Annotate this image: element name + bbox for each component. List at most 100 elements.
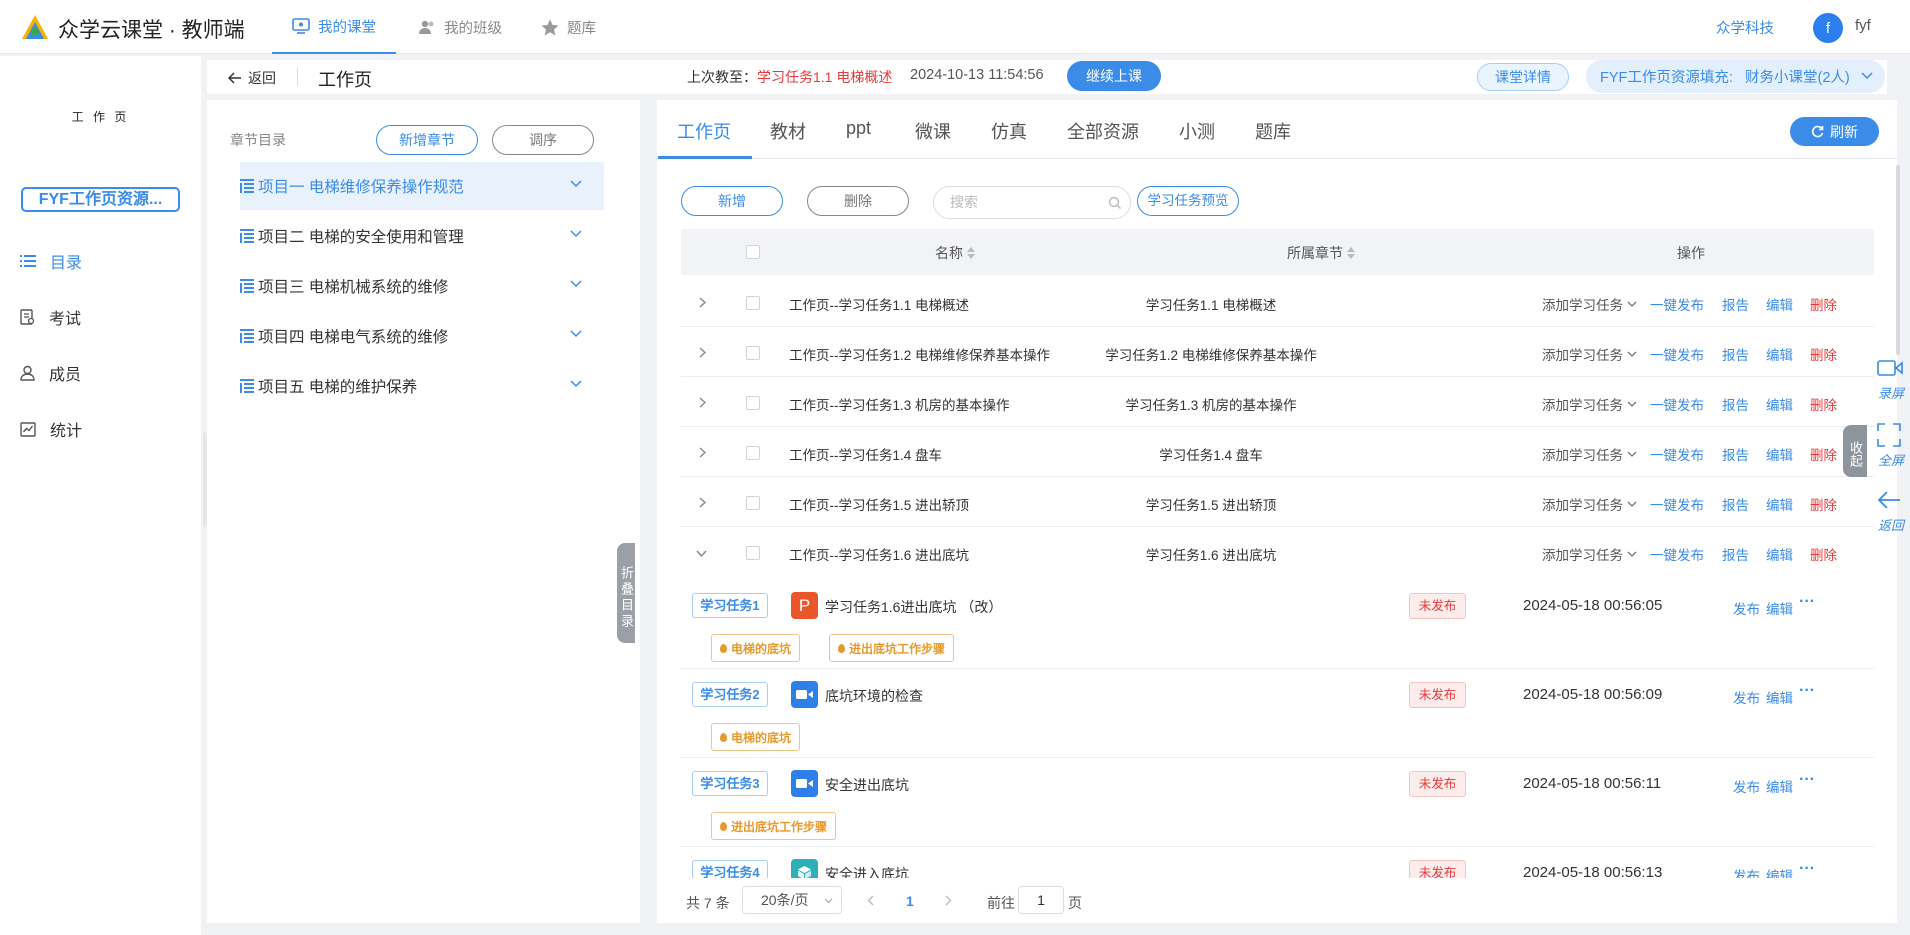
record-icon[interactable] bbox=[1877, 358, 1903, 378]
chevron-down-icon[interactable] bbox=[570, 330, 582, 338]
chevron-down-icon[interactable] bbox=[570, 180, 582, 188]
task-preview-button[interactable]: 学习任务预览 bbox=[1137, 186, 1239, 216]
more-icon[interactable]: ··· bbox=[1799, 682, 1815, 700]
edit-link[interactable]: 编辑 bbox=[1766, 494, 1793, 514]
chevron-right-icon[interactable] bbox=[699, 497, 706, 508]
chevron-right-icon[interactable] bbox=[699, 447, 706, 458]
column-chapter[interactable]: 所属章节 bbox=[1287, 243, 1355, 263]
reorder-button[interactable]: 调序 bbox=[492, 125, 594, 155]
more-icon[interactable]: ··· bbox=[1799, 860, 1815, 878]
chapter-item[interactable]: 项目二 电梯的安全使用和管理 bbox=[240, 212, 604, 260]
chevron-down-icon[interactable] bbox=[570, 280, 582, 288]
row-checkbox[interactable] bbox=[746, 446, 760, 460]
add-chapter-button[interactable]: 新增章节 bbox=[376, 125, 478, 155]
back-button[interactable]: 返回 bbox=[228, 68, 276, 88]
publish-all-link[interactable]: 一键发布 bbox=[1650, 444, 1704, 464]
knowledge-tag[interactable]: 电梯的底坑 bbox=[711, 723, 801, 751]
report-link[interactable]: 报告 bbox=[1722, 294, 1749, 314]
more-icon[interactable]: ··· bbox=[1799, 771, 1815, 789]
nav-question-bank[interactable]: 题库 bbox=[541, 0, 596, 54]
report-link[interactable]: 报告 bbox=[1722, 494, 1749, 514]
tab-all-resources[interactable]: 全部资源 bbox=[1067, 118, 1139, 144]
edit-link[interactable]: 编辑 bbox=[1766, 598, 1793, 618]
task-name[interactable]: 底坑环境的检查 bbox=[825, 686, 923, 706]
last-lesson-value[interactable]: 学习任务1.1 电梯概述 bbox=[757, 69, 892, 85]
sidebar-item-statistics[interactable]: 统计 bbox=[20, 414, 82, 444]
row-checkbox[interactable] bbox=[746, 546, 760, 560]
chevron-right-icon[interactable] bbox=[699, 347, 706, 358]
return-label[interactable]: 返回 bbox=[1876, 515, 1906, 534]
chevron-right-icon[interactable] bbox=[699, 397, 706, 408]
edit-link[interactable]: 编辑 bbox=[1766, 687, 1793, 707]
task-badge[interactable]: 学习任务4 bbox=[692, 860, 768, 878]
chevron-down-icon[interactable] bbox=[696, 550, 707, 557]
sidebar-item-catalog[interactable]: 目录 bbox=[20, 246, 82, 276]
class-detail-button[interactable]: 课堂详情 bbox=[1477, 63, 1569, 91]
chapter-item[interactable]: 项目五 电梯的维护保养 bbox=[240, 362, 604, 410]
edit-link[interactable]: 编辑 bbox=[1766, 294, 1793, 314]
select-all-checkbox[interactable] bbox=[746, 245, 760, 259]
report-link[interactable]: 报告 bbox=[1722, 544, 1749, 564]
tab-simulation[interactable]: 仿真 bbox=[991, 118, 1027, 144]
knowledge-tag[interactable]: 电梯的底坑 bbox=[711, 634, 801, 662]
publish-link[interactable]: 发布 bbox=[1733, 865, 1760, 878]
publish-all-link[interactable]: 一键发布 bbox=[1650, 494, 1704, 514]
chevron-down-icon[interactable] bbox=[570, 380, 582, 388]
report-link[interactable]: 报告 bbox=[1722, 394, 1749, 414]
knowledge-tag[interactable]: 进出底坑工作步骤 bbox=[829, 634, 955, 662]
chapter-item[interactable]: 项目一 电梯维修保养操作规范 bbox=[240, 162, 604, 210]
row-checkbox[interactable] bbox=[746, 396, 760, 410]
publish-all-link[interactable]: 一键发布 bbox=[1650, 344, 1704, 364]
publish-link[interactable]: 发布 bbox=[1733, 776, 1760, 796]
row-checkbox[interactable] bbox=[746, 296, 760, 310]
tab-ppt[interactable]: ppt bbox=[846, 118, 871, 139]
fold-catalog-tab[interactable]: 折叠目录 bbox=[617, 543, 635, 643]
edit-link[interactable]: 编辑 bbox=[1766, 776, 1793, 796]
publish-link[interactable]: 发布 bbox=[1733, 598, 1760, 618]
search-input[interactable]: 搜索 bbox=[933, 186, 1131, 219]
delete-link[interactable]: 删除 bbox=[1810, 444, 1837, 464]
chapter-item[interactable]: 项目三 电梯机械系统的维修 bbox=[240, 262, 604, 310]
publish-all-link[interactable]: 一键发布 bbox=[1650, 294, 1704, 314]
task-name[interactable]: 安全进出底坑 bbox=[825, 775, 909, 795]
delete-link[interactable]: 删除 bbox=[1810, 294, 1837, 314]
publish-all-link[interactable]: 一键发布 bbox=[1650, 544, 1704, 564]
page-size-select[interactable]: 20条/页 bbox=[742, 886, 842, 914]
task-badge[interactable]: 学习任务2 bbox=[692, 682, 768, 707]
task-badge[interactable]: 学习任务3 bbox=[692, 771, 768, 796]
task-name[interactable]: 学习任务1.6进出底坑 （改） bbox=[825, 597, 1002, 617]
username[interactable]: fyf bbox=[1855, 17, 1871, 34]
add-task-dropdown[interactable]: 添加学习任务 bbox=[1542, 494, 1637, 514]
tab-question-bank[interactable]: 题库 bbox=[1255, 118, 1291, 144]
tab-textbook[interactable]: 教材 bbox=[770, 118, 806, 144]
edit-link[interactable]: 编辑 bbox=[1766, 865, 1793, 878]
publish-all-link[interactable]: 一键发布 bbox=[1650, 394, 1704, 414]
edit-link[interactable]: 编辑 bbox=[1766, 344, 1793, 364]
delete-button[interactable]: 删除 bbox=[807, 186, 909, 216]
row-checkbox[interactable] bbox=[746, 346, 760, 360]
nav-my-classroom[interactable]: 我的课堂 bbox=[272, 0, 396, 54]
tab-microlesson[interactable]: 微课 bbox=[915, 118, 951, 144]
sidebar-item-members[interactable]: 成员 bbox=[20, 358, 81, 388]
nav-my-class[interactable]: 我的班级 bbox=[418, 0, 502, 54]
company-link[interactable]: 众学科技 bbox=[1716, 17, 1774, 38]
task-badge[interactable]: 学习任务1 bbox=[692, 593, 768, 618]
page-input[interactable]: 1 bbox=[1018, 886, 1064, 914]
sidebar-item-exam[interactable]: 考试 bbox=[20, 302, 81, 332]
chevron-right-icon[interactable] bbox=[699, 297, 706, 308]
delete-link[interactable]: 删除 bbox=[1810, 544, 1837, 564]
delete-link[interactable]: 删除 bbox=[1810, 344, 1837, 364]
scrollbar[interactable] bbox=[1896, 165, 1900, 355]
fullscreen-label[interactable]: 全屏 bbox=[1876, 450, 1906, 469]
chapter-item[interactable]: 项目四 电梯电气系统的维修 bbox=[240, 312, 604, 360]
resource-button[interactable]: FYF工作页资源... bbox=[21, 187, 180, 212]
delete-link[interactable]: 删除 bbox=[1810, 394, 1837, 414]
collapse-tools-tab[interactable]: 收起 bbox=[1843, 425, 1867, 477]
resource-fill-select[interactable]: FYF工作页资源填充: 财务小课堂(2人) bbox=[1586, 60, 1885, 93]
add-task-dropdown[interactable]: 添加学习任务 bbox=[1542, 344, 1637, 364]
edit-link[interactable]: 编辑 bbox=[1766, 394, 1793, 414]
current-page[interactable]: 1 bbox=[906, 893, 914, 909]
delete-link[interactable]: 删除 bbox=[1810, 494, 1837, 514]
record-label[interactable]: 录屏 bbox=[1876, 383, 1906, 402]
prev-page-icon[interactable] bbox=[867, 895, 874, 906]
